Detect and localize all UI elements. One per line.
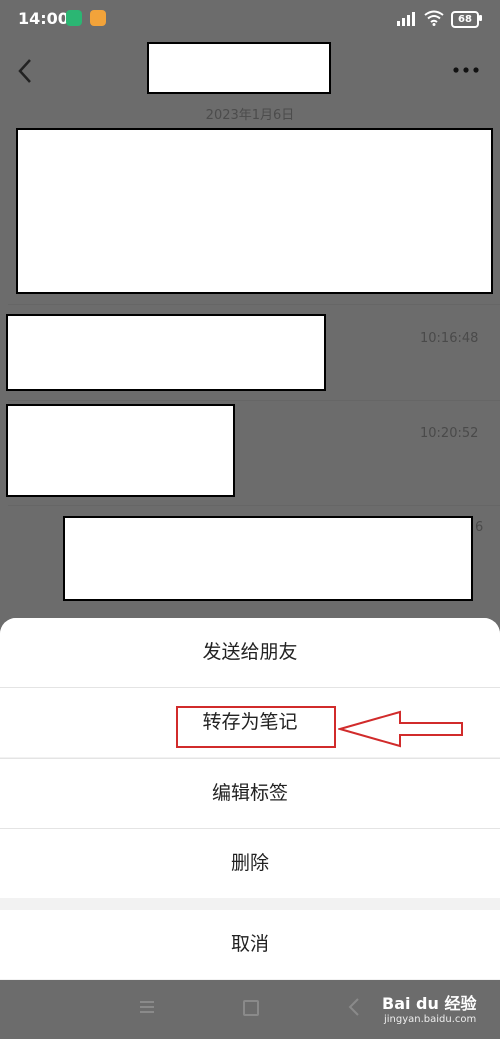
back-icon[interactable] [16,58,38,84]
highlight-box [176,706,336,748]
home-icon[interactable] [243,1000,259,1016]
redacted-message [6,314,326,391]
battery-icon: 68 [451,11,479,28]
baidu-watermark: Bai du 经验 [382,994,477,1013]
redacted-title [147,42,331,94]
nav-back-icon[interactable] [348,998,360,1016]
chat-date: 2023年1月6日 [205,108,295,123]
status-time: 14:00 [18,9,69,28]
redacted-message [63,516,473,601]
message-time: 10:20:52 [420,426,479,441]
redacted-message [6,404,235,497]
shield-app-icon [66,10,82,26]
battery-nub [479,15,482,21]
edit-tags-button[interactable]: 编辑标签 [0,759,500,828]
arrow-annotation-icon [338,710,463,748]
signal-icon [397,12,415,26]
divider [8,304,500,305]
divider [8,400,500,401]
cancel-button[interactable]: 取消 [0,910,500,979]
menu-icon[interactable] [140,1000,154,1014]
message-time: 6 [475,520,484,535]
action-sheet: 发送给朋友 转存为笔记 编辑标签 删除 取消 [0,618,500,980]
baidu-watermark-url: jingyan.baidu.com [384,1014,477,1025]
notes-app-icon [90,10,106,26]
wifi-icon [424,10,444,26]
redacted-message [16,128,493,294]
send-to-friend-button[interactable]: 发送给朋友 [0,618,500,687]
more-options-icon[interactable] [453,67,479,73]
message-time: 10:16:48 [420,331,479,346]
delete-button[interactable]: 删除 [0,829,500,898]
divider [8,505,500,506]
